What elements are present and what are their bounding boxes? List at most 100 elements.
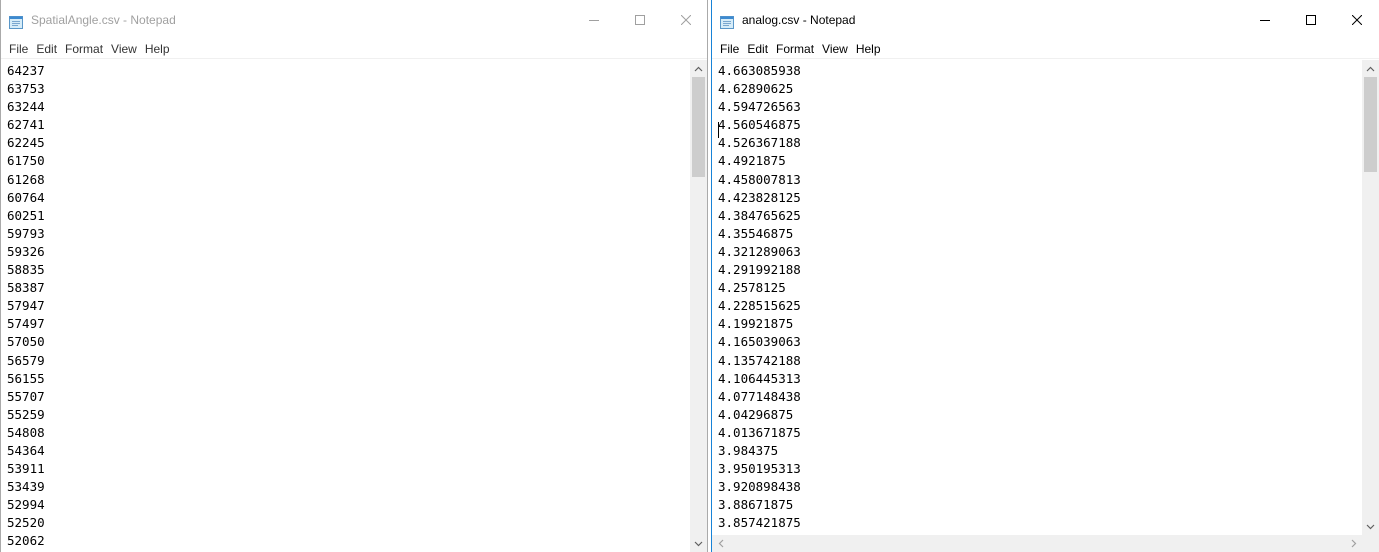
text-line: 3.920898438 [718,479,801,495]
menu-file[interactable]: File [5,40,32,59]
text-line: 62741 [7,117,45,133]
close-button[interactable] [1334,0,1379,40]
chevron-down-icon [1366,524,1375,529]
text-line: 59326 [7,243,45,259]
text-line: 54364 [7,442,45,458]
text-line: 59793 [7,225,45,241]
minimize-icon [1260,20,1270,21]
text-line: 4.321289063 [718,243,801,259]
text-line: 4.19921875 [718,316,794,332]
text-line: 63753 [7,81,45,97]
scroll-down-button[interactable] [1362,518,1379,535]
menu-help[interactable]: Help [852,40,885,59]
chevron-left-icon [718,539,723,548]
text-line: 4.560546875 [718,117,801,133]
vertical-scrollbar[interactable] [690,60,707,552]
text-line: 60764 [7,189,45,205]
text-line: 4.077148438 [718,388,801,404]
scroll-down-button[interactable] [690,535,707,552]
horizontal-scrollbar[interactable] [712,535,1362,552]
menu-file[interactable]: File [716,40,743,59]
scroll-up-button[interactable] [1362,60,1379,77]
menu-help[interactable]: Help [141,40,174,59]
title-bar[interactable]: analog.csv - Notepad [712,0,1379,40]
chevron-up-icon [1366,66,1375,71]
scroll-up-button[interactable] [690,60,707,77]
close-icon [1352,15,1362,25]
menu-view[interactable]: View [107,40,141,59]
text-line: 63244 [7,99,45,115]
text-line: 58835 [7,262,45,278]
text-line: 4.526367188 [718,135,801,151]
text-line: 4.135742188 [718,352,801,368]
text-line: 4.013671875 [718,424,801,440]
maximize-icon [1306,15,1316,25]
size-grip[interactable] [1362,535,1379,552]
text-line: 52520 [7,515,45,531]
text-lines: 4.663085938 4.62890625 4.594726563 4.560… [712,60,1362,532]
vertical-scrollbar[interactable] [1362,60,1379,535]
maximize-button[interactable] [1288,0,1334,40]
scroll-thumb[interactable] [692,77,705,177]
text-line: 56579 [7,352,45,368]
text-line: 61750 [7,153,45,169]
text-line: 4.663085938 [718,63,801,78]
maximize-button[interactable] [617,0,663,40]
close-button[interactable] [663,0,707,40]
text-line: 62245 [7,135,45,151]
menu-bar: File Edit Format View Help [712,40,1379,59]
notepad-icon [720,16,734,29]
menu-view[interactable]: View [818,40,852,59]
menu-format[interactable]: Format [772,40,818,59]
text-line: 52994 [7,497,45,513]
text-line: 4.384765625 [718,207,801,223]
notepad-window-spatialangle[interactable]: SpatialAngle.csv - Notepad File Edit For… [0,0,708,552]
text-line: 3.984375 [718,442,779,458]
text-line: 4.291992188 [718,262,801,278]
chevron-right-icon [1351,539,1356,548]
text-line: 60251 [7,207,45,223]
text-line: 3.88671875 [718,497,794,513]
text-line: 4.4921875 [718,153,786,169]
text-line: 55259 [7,406,45,422]
text-caret [718,122,719,138]
chevron-up-icon [694,66,703,71]
text-line: 57947 [7,298,45,314]
scroll-thumb[interactable] [1364,77,1377,172]
window-title: analog.csv - Notepad [742,13,856,27]
notepad-icon [9,16,23,29]
text-line: 4.62890625 [718,81,794,97]
text-line: 4.106445313 [718,370,801,386]
scroll-left-button[interactable] [712,535,729,552]
window-title: SpatialAngle.csv - Notepad [31,13,176,27]
menu-edit[interactable]: Edit [743,40,772,59]
menu-edit[interactable]: Edit [32,40,61,59]
text-line: 53439 [7,479,45,495]
text-line: 3.950195313 [718,461,801,477]
text-line: 4.594726563 [718,99,801,115]
menu-format[interactable]: Format [61,40,107,59]
minimize-icon [589,20,599,21]
text-line: 4.423828125 [718,189,801,205]
text-line: 61268 [7,171,45,187]
text-line: 4.458007813 [718,171,801,187]
text-line: 57050 [7,334,45,350]
text-editor[interactable]: 4.663085938 4.62890625 4.594726563 4.560… [712,60,1362,535]
close-icon [681,15,691,25]
text-line: 4.04296875 [718,406,794,422]
scroll-right-button[interactable] [1345,535,1362,552]
text-line: 56155 [7,370,45,386]
text-line: 4.2578125 [718,280,786,296]
text-editor[interactable]: 64237 63753 63244 62741 62245 61750 6126… [1,60,690,552]
text-line: 3.857421875 [718,515,801,531]
text-line: 4.35546875 [718,225,794,241]
text-line: 64237 [7,63,45,78]
text-line: 4.165039063 [718,334,801,350]
minimize-button[interactable] [571,0,617,40]
chevron-down-icon [694,541,703,546]
minimize-button[interactable] [1242,0,1288,40]
notepad-window-analog[interactable]: analog.csv - Notepad File Edit Format Vi… [711,0,1379,552]
title-bar[interactable]: SpatialAngle.csv - Notepad [1,0,707,40]
text-line: 57497 [7,316,45,332]
text-line: 4.228515625 [718,298,801,314]
